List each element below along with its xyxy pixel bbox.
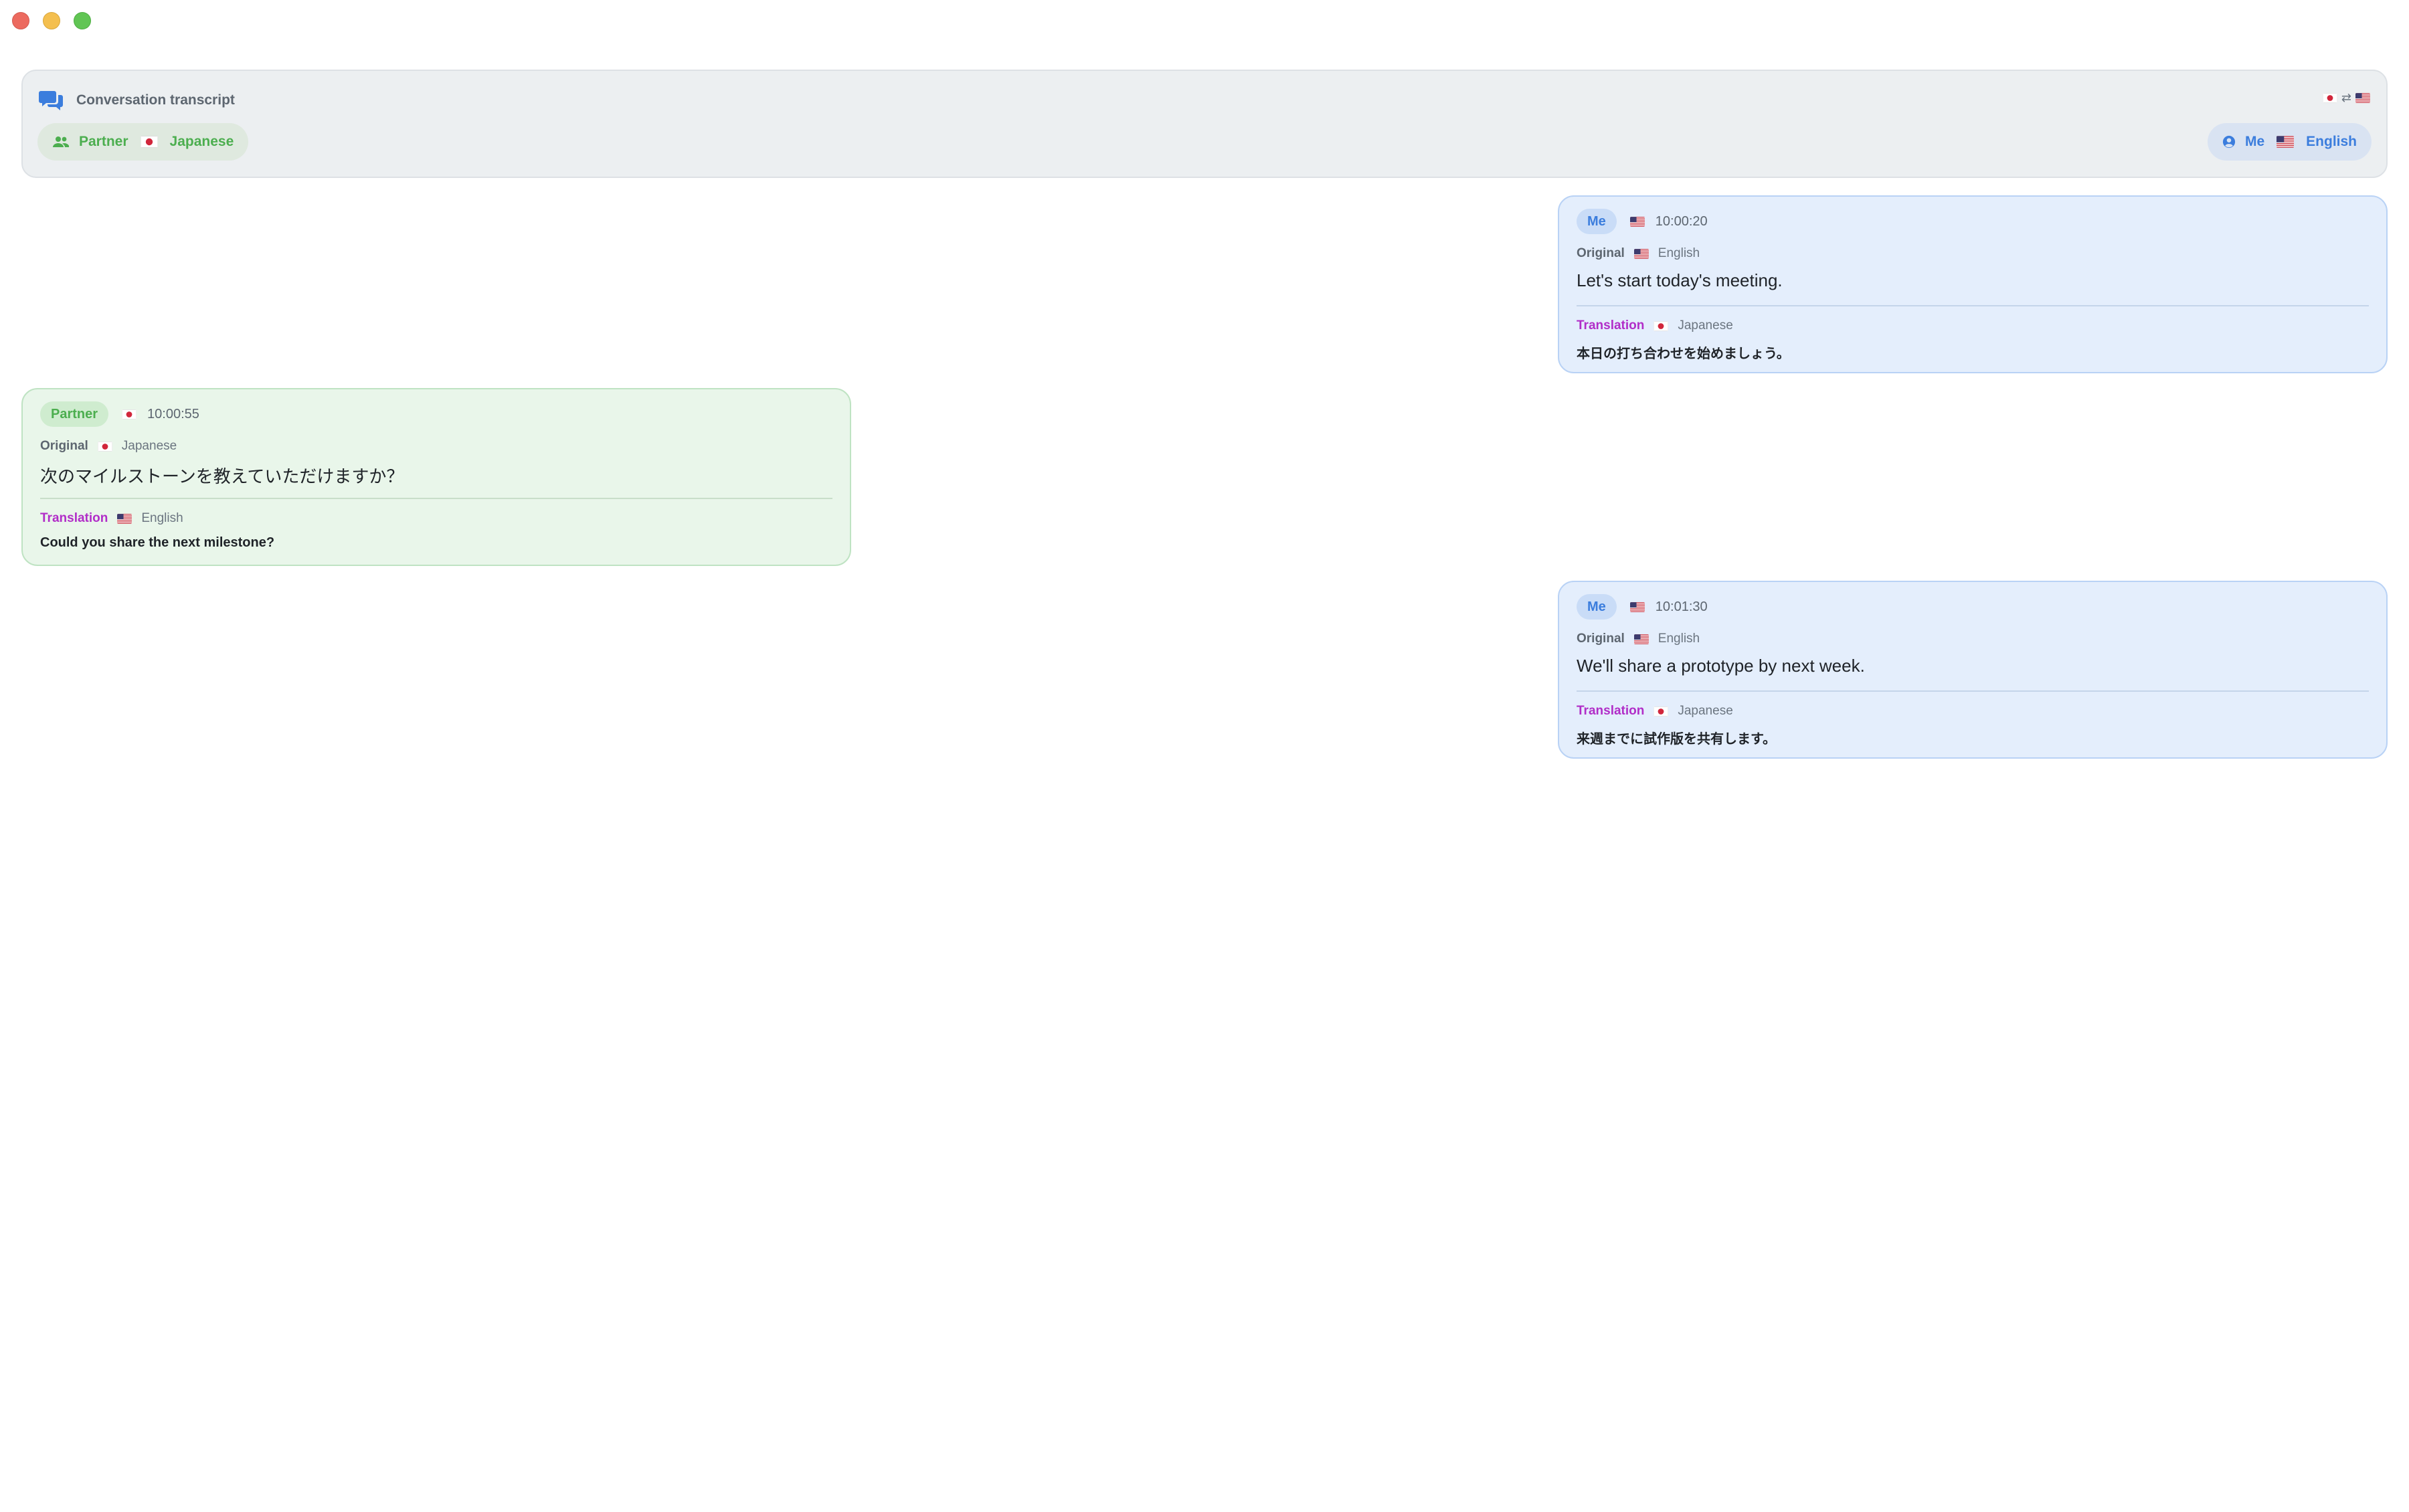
original-tag: Original: [1577, 632, 1625, 646]
message-header: Partner 10:00:55: [40, 401, 199, 427]
translation-label-row: Translation Japanese: [1577, 318, 1733, 333]
original-language: English: [1658, 246, 1700, 260]
minimize-window-button[interactable]: [43, 12, 60, 29]
translation-text: Could you share the next milestone?: [40, 535, 275, 550]
original-tag: Original: [40, 439, 88, 453]
speaker-badge: Me: [1577, 594, 1617, 620]
partner-language: Japanese: [169, 134, 234, 149]
us-flag-icon: [2355, 93, 2370, 103]
original-text: Let's start today's meeting.: [1577, 270, 1783, 290]
me-language: English: [2306, 134, 2357, 149]
swap-arrow-icon: ⇄: [2341, 91, 2351, 104]
us-flag-icon: [1630, 602, 1645, 612]
japan-flag-icon: [2323, 93, 2337, 103]
message-header: Me 10:01:30: [1577, 594, 1708, 620]
me-label: Me: [2244, 134, 2265, 149]
page-title: Conversation transcript: [76, 92, 235, 108]
original-language: English: [1658, 632, 1700, 646]
japan-flag-icon: [1654, 321, 1668, 331]
original-text: We'll share a prototype by next week.: [1577, 656, 1865, 676]
translation-tag: Translation: [1577, 318, 1645, 333]
language-direction-indicator: ⇄: [2323, 91, 2370, 105]
japan-flag-icon: [98, 442, 112, 452]
us-flag-icon: [1630, 217, 1645, 227]
speaker-badge: Me: [1577, 209, 1617, 234]
us-flag-icon: [117, 514, 132, 524]
us-flag-icon: [1634, 634, 1649, 644]
translation-label-row: Translation English: [40, 511, 183, 526]
transcript-header: Conversation transcript ⇄ Partner Japane…: [21, 70, 2388, 178]
original-label-row: Original English: [1577, 632, 1700, 646]
translation-text: 本日の打ち合わせを始めましょう。: [1577, 347, 1790, 361]
translation-tag: Translation: [1577, 704, 1645, 718]
message-card-me: Me 10:00:20 Original English Let's start…: [1558, 195, 2388, 373]
japan-flag-icon: [122, 409, 137, 419]
original-label-row: Original English: [1577, 246, 1700, 261]
message-card-me: Me 10:01:30 Original English We'll share…: [1558, 581, 2388, 759]
speaker-badge: Partner: [40, 401, 109, 427]
user-circle-icon: [2222, 135, 2236, 149]
original-label-row: Original Japanese: [40, 439, 177, 454]
people-icon: [53, 136, 70, 147]
japan-flag-icon: [141, 136, 158, 148]
translation-label-row: Translation Japanese: [1577, 704, 1733, 719]
translation-language: Japanese: [1678, 318, 1733, 333]
message-divider: [1577, 305, 2369, 306]
message-divider: [1577, 690, 2369, 692]
message-timestamp: 10:00:55: [147, 406, 199, 421]
message-timestamp: 10:01:30: [1655, 599, 1708, 614]
close-window-button[interactable]: [12, 12, 29, 29]
original-tag: Original: [1577, 246, 1625, 260]
translation-language: Japanese: [1678, 704, 1733, 718]
us-flag-icon: [1634, 249, 1649, 259]
translation-language: English: [141, 511, 183, 525]
header-title-row: Conversation transcript: [39, 87, 235, 114]
japan-flag-icon: [1654, 706, 1668, 717]
message-header: Me 10:00:20: [1577, 209, 1708, 234]
message-card-partner: Partner 10:00:55 Original Japanese 次のマイル…: [21, 388, 851, 566]
translation-tag: Translation: [40, 511, 108, 525]
original-language: Japanese: [121, 439, 177, 453]
zoom-window-button[interactable]: [74, 12, 91, 29]
original-text: 次のマイルストーンを教えていただけますか？: [40, 466, 404, 486]
partner-language-pill[interactable]: Partner Japanese: [37, 123, 249, 161]
partner-label: Partner: [79, 134, 128, 149]
translation-text: 来週までに試作版を共有します。: [1577, 732, 1776, 747]
message-timestamp: 10:00:20: [1655, 213, 1708, 229]
us-flag-icon: [2277, 136, 2294, 148]
chat-bubbles-icon: [39, 91, 63, 110]
message-divider: [40, 498, 832, 499]
window-titlebar: [0, 0, 2409, 41]
me-language-pill[interactable]: Me English: [2207, 123, 2372, 161]
